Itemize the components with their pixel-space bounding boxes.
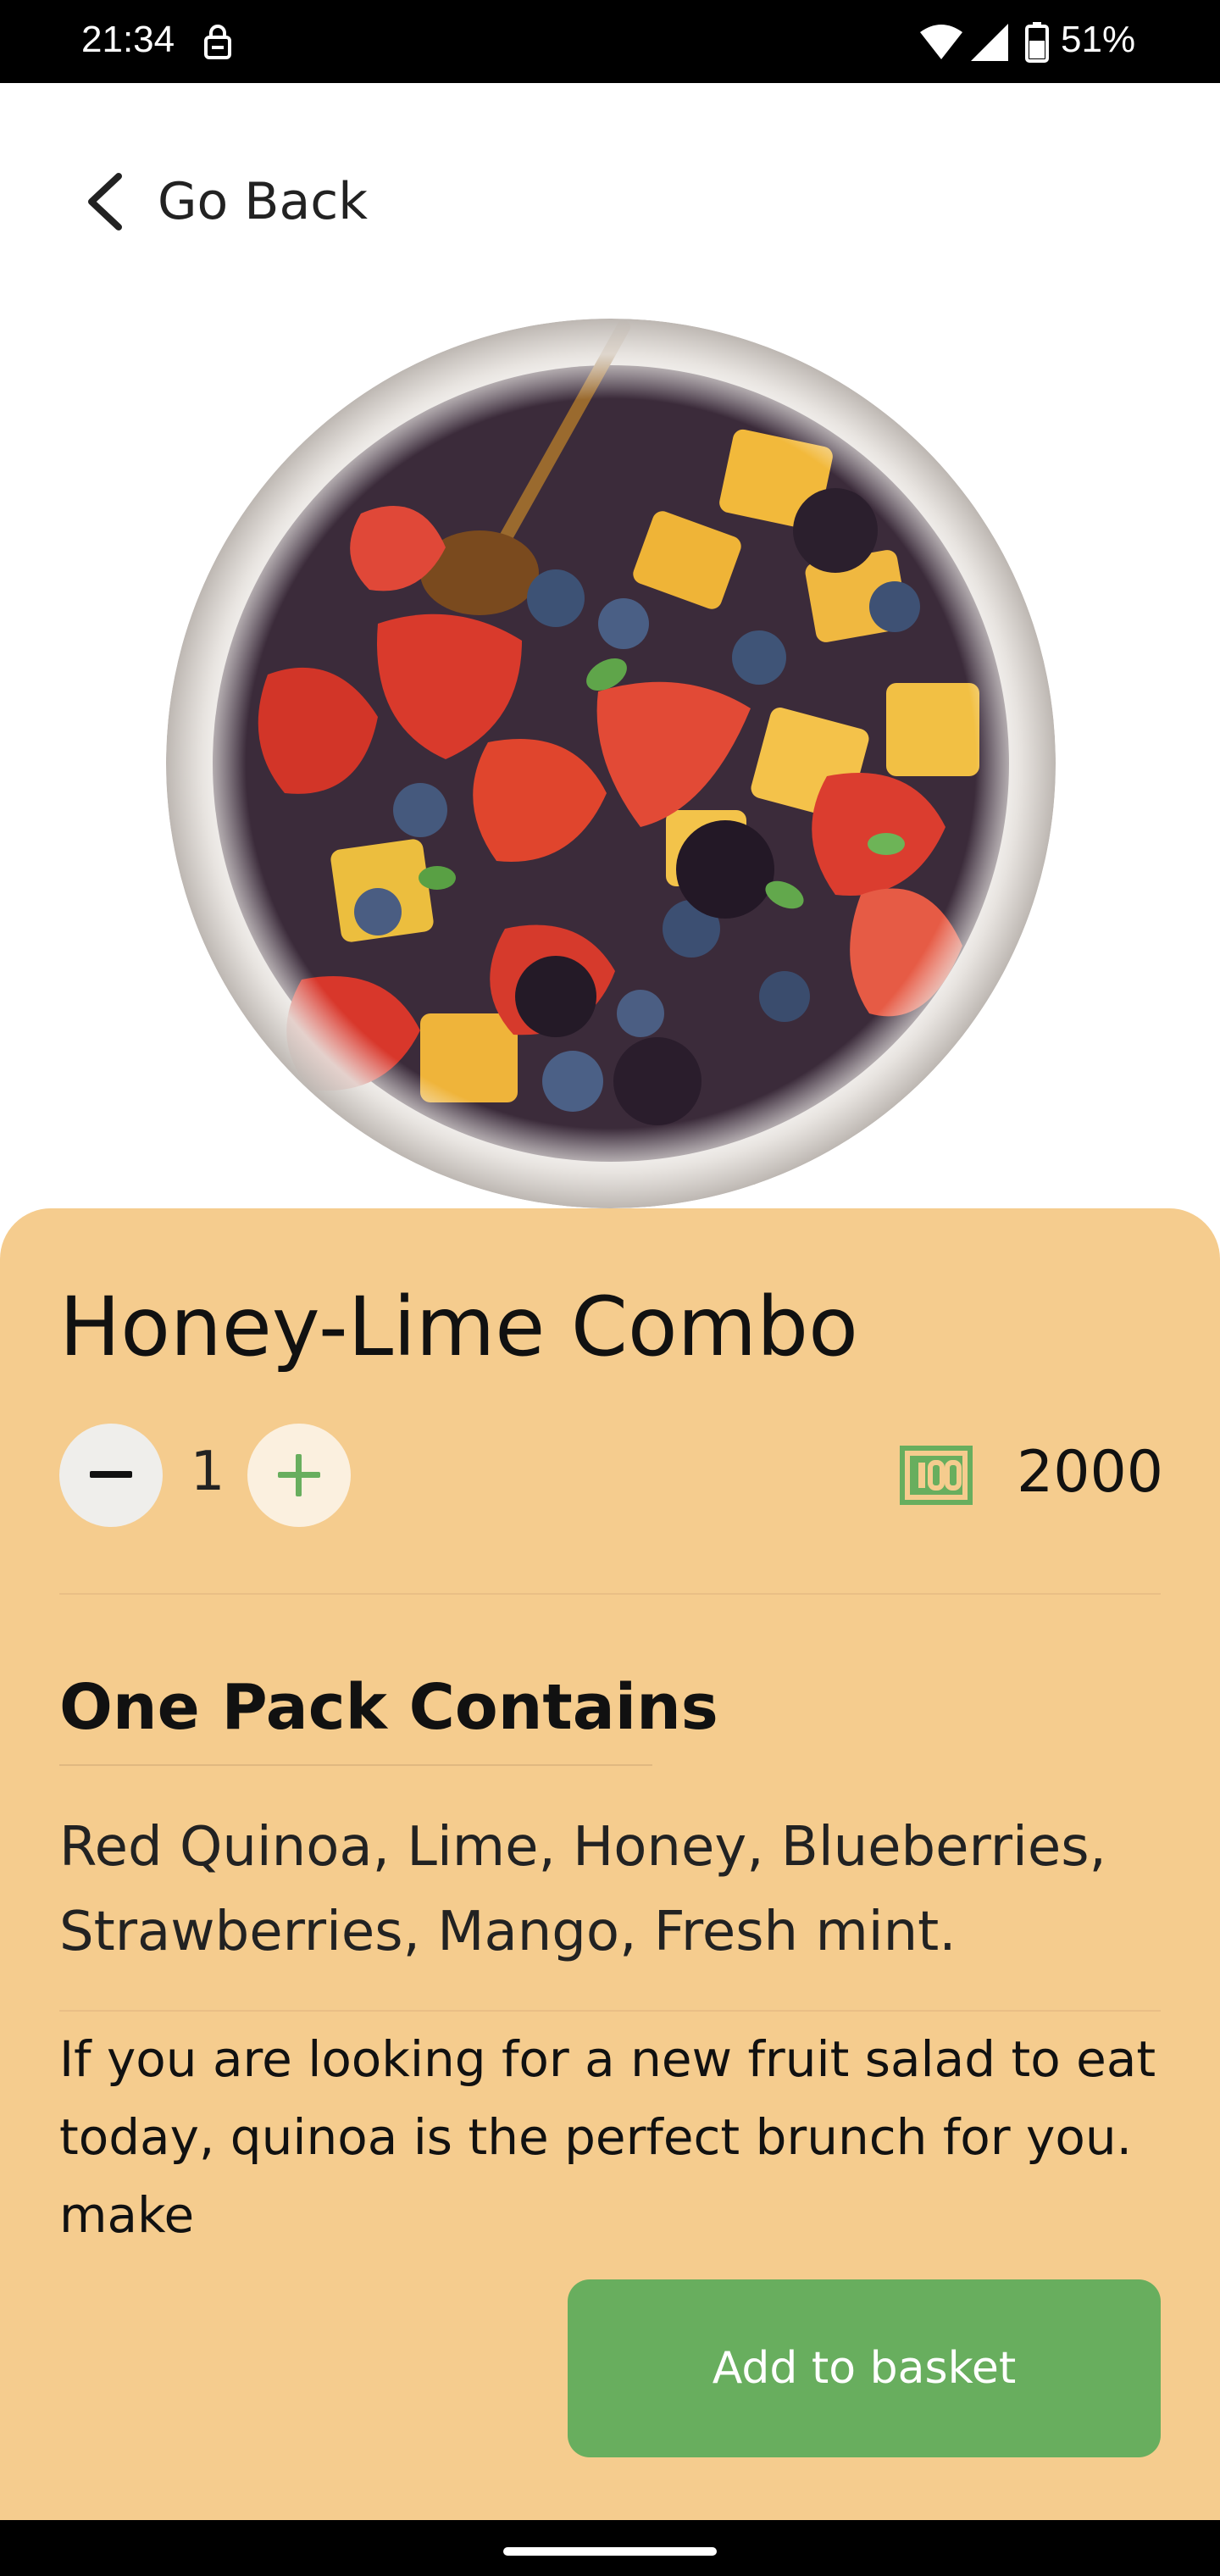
- go-back-button[interactable]: Go Back: [81, 166, 368, 237]
- description-text: If you are looking for a new fruit salad…: [59, 2030, 1156, 2244]
- product-title: Honey-Lime Combo: [59, 1280, 858, 1374]
- home-indicator[interactable]: [503, 2547, 717, 2556]
- fruit-salad-bowl-image: [166, 319, 1056, 1208]
- plus-icon: [278, 1454, 320, 1496]
- status-bar: 21:34 51%: [0, 0, 1220, 83]
- add-to-basket-button[interactable]: Add to basket: [568, 2279, 1161, 2457]
- money-icon: [900, 1446, 973, 1505]
- wifi-icon: [920, 25, 962, 59]
- product-image: [166, 319, 1056, 1208]
- ingredients-text: Red Quinoa, Lime, Honey, Blueberries, St…: [59, 1816, 1106, 1963]
- chevron-left-icon: [88, 173, 122, 230]
- contents-heading: One Pack Contains: [59, 1671, 718, 1744]
- minus-icon: [90, 1471, 132, 1478]
- increase-quantity-button[interactable]: [247, 1424, 351, 1527]
- signal-icon: [971, 24, 1008, 61]
- status-time: 21:34: [81, 19, 175, 60]
- battery-icon: [1025, 22, 1049, 63]
- price-value: 2000: [1017, 1439, 1164, 1506]
- divider: [59, 1593, 1161, 1595]
- decrease-quantity-button[interactable]: [59, 1424, 163, 1527]
- divider: [59, 2010, 1161, 2012]
- go-back-label: Go Back: [158, 172, 368, 231]
- quantity-value: 1: [190, 1441, 225, 1503]
- lock-icon: [204, 25, 231, 59]
- battery-percent: 51%: [1061, 19, 1136, 60]
- heading-underline: [59, 1764, 652, 1766]
